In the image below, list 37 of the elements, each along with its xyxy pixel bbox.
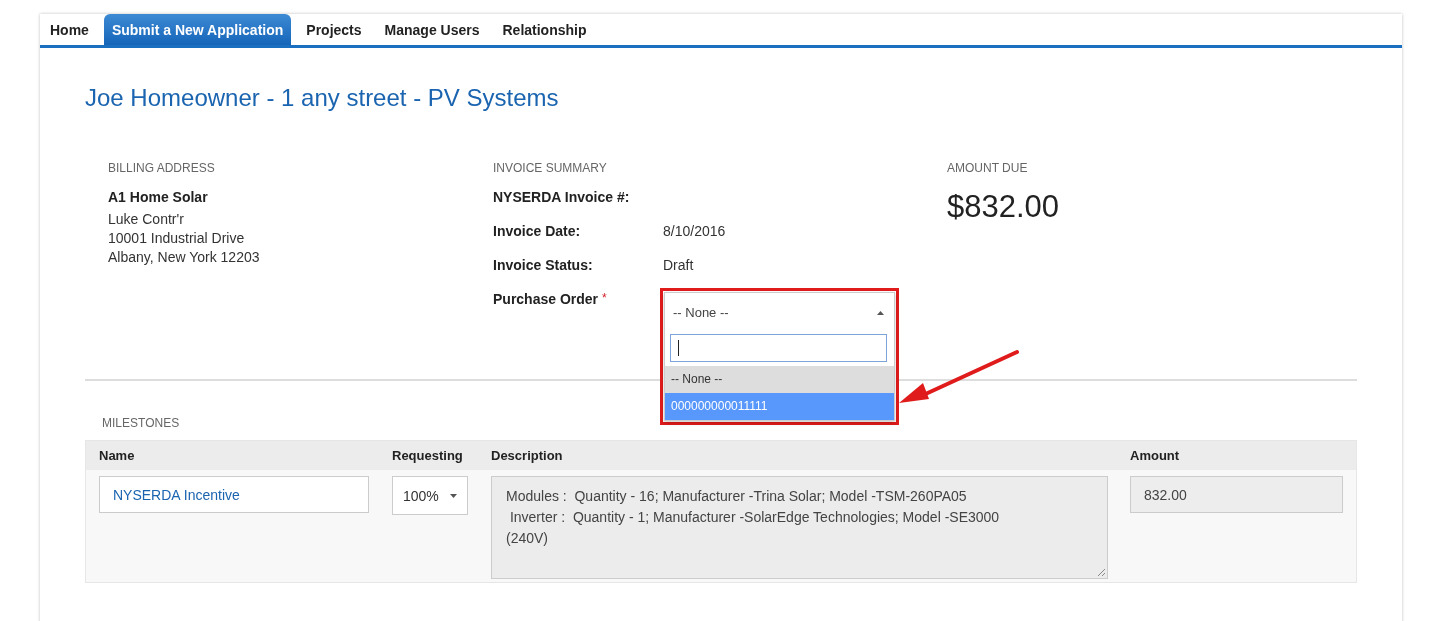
required-marker: * (602, 291, 607, 307)
amount-due: $832.00 (947, 189, 1061, 225)
column-header: Name (98, 448, 136, 463)
field-label: Invoice Date: (493, 223, 582, 241)
search-field[interactable] (670, 334, 887, 362)
amount-field: 832.00 (1130, 476, 1343, 513)
caret-icon (450, 493, 457, 498)
nav-tab[interactable]: Projects (298, 14, 370, 45)
section-heading: AMOUNT DUE (947, 161, 1029, 175)
description-field[interactable]: Modules : Quantity - 16; Manufacturer -Trina Solar; Model -TSM-260PA05 Inverter : Quantity - 1; Manufacturer -SolarEdge Technologies; Model -SE3000 (240V) (491, 476, 1108, 579)
column-header: Description (490, 448, 564, 463)
company-name: A1 Home Solar (108, 189, 209, 205)
section-heading: MILESTONES (102, 416, 180, 430)
section-heading: INVOICE SUMMARY (493, 161, 608, 175)
column-header: Requesting (391, 448, 464, 463)
section-heading: BILLING ADDRESS (108, 161, 216, 175)
field-value: 8/10/2016 (663, 223, 726, 241)
selected-value: -- None -- (673, 305, 729, 320)
dropdown-option[interactable]: -- None -- (665, 366, 894, 393)
caret-icon (877, 310, 884, 315)
address-line: 10001 Industrial Drive (108, 229, 246, 248)
page-title: Joe Homeowner - 1 any street - PV Systems (85, 84, 560, 112)
name-field[interactable]: NYSERDA Incentive (99, 476, 369, 513)
purchase-order-menu[interactable]: -- None -- -- None -- 000000000011111 (664, 292, 895, 421)
address-line: Luke Contr'r (108, 210, 185, 229)
field-value: Draft (663, 257, 694, 275)
field-label: Purchase Order (493, 291, 599, 309)
requesting-select[interactable]: 100% (392, 476, 468, 515)
resize-grip-icon (1097, 568, 1105, 576)
column-header: Amount (1129, 448, 1181, 463)
nav-tab[interactable]: Submit a New Application (103, 14, 292, 45)
nav-tab[interactable]: Home (42, 14, 97, 45)
nav-tab[interactable]: Relationship (494, 14, 595, 45)
field-label: NYSERDA Invoice #: (493, 189, 631, 207)
nav-tab[interactable]: Manage Users (376, 14, 488, 45)
address-line: Albany, New York 12203 (108, 248, 261, 267)
field-label: Invoice Status: (493, 257, 594, 275)
